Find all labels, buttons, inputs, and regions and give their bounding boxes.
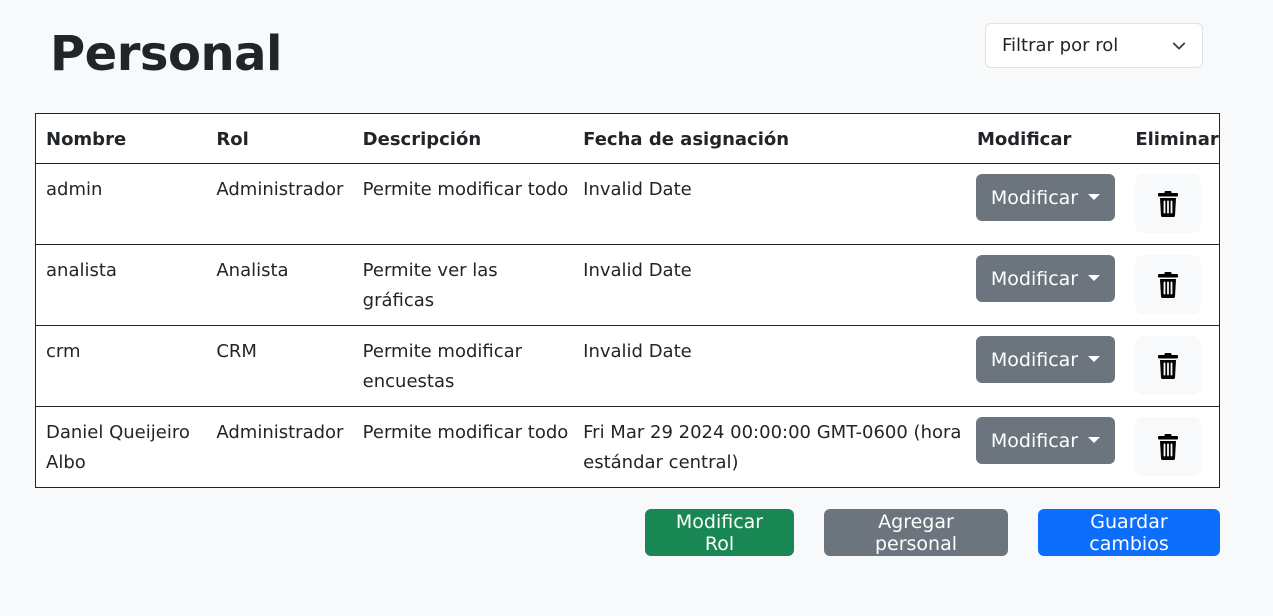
column-header-date: Fecha de asignación [573, 113, 967, 164]
cell-date: Fri Mar 29 2024 00:00:00 GMT-0600 (hora … [573, 406, 967, 488]
table-row: crm CRM Permite modificar encuestas Inva… [35, 325, 1220, 407]
modify-role-button[interactable]: Modificar Rol [645, 509, 794, 556]
cell-date: Invalid Date [573, 325, 967, 407]
modify-dropdown-button[interactable]: Modificar [976, 255, 1115, 302]
modify-button-label: Modificar [990, 348, 1079, 371]
staff-table: Nombre Rol Descripción Fecha de asignaci… [35, 113, 1220, 488]
cell-role: CRM [206, 325, 353, 407]
table-row: admin Administrador Permite modificar to… [35, 163, 1220, 245]
column-header-role: Rol [206, 113, 353, 164]
cell-name: Daniel Queijeiro Albo [35, 406, 207, 488]
cell-name: crm [35, 325, 207, 407]
modify-dropdown-button[interactable]: Modificar [976, 174, 1115, 221]
cell-role: Administrador [206, 406, 353, 488]
cell-description: Permite modificar todo [352, 406, 574, 488]
cell-date: Invalid Date [573, 163, 967, 245]
caret-down-icon [1088, 193, 1101, 200]
role-filter-select[interactable]: Filtrar por rol [985, 23, 1203, 68]
modify-button-label: Modificar [990, 429, 1079, 452]
column-header-modify: Modificar [967, 113, 1126, 164]
table-row: Daniel Queijeiro Albo Administrador Perm… [35, 406, 1220, 488]
column-header-description: Descripción [352, 113, 574, 164]
caret-down-icon [1088, 274, 1101, 281]
trash-icon [1158, 352, 1179, 379]
cell-name: admin [35, 163, 207, 245]
cell-role: Analista [206, 244, 353, 326]
add-staff-button[interactable]: Agregar personal [824, 509, 1008, 556]
staff-page: Personal Filtrar por rol Nombre Rol Desc… [0, 0, 1273, 616]
chevron-down-icon [1172, 42, 1186, 49]
cell-delete [1125, 244, 1220, 326]
cell-modify: Modificar [967, 244, 1126, 326]
table-header-row: Nombre Rol Descripción Fecha de asignaci… [35, 113, 1220, 164]
caret-down-icon [1088, 436, 1101, 443]
cell-description: Permite modificar encuestas [352, 325, 574, 407]
column-header-name: Nombre [35, 113, 207, 164]
cell-modify: Modificar [967, 163, 1126, 245]
modify-button-label: Modificar [990, 267, 1079, 290]
page-title: Personal [50, 26, 282, 82]
cell-modify: Modificar [967, 325, 1126, 407]
role-filter-value: Filtrar por rol [1002, 35, 1119, 56]
cell-modify: Modificar [967, 406, 1126, 488]
cell-name: analista [35, 244, 207, 326]
cell-delete [1125, 406, 1220, 488]
delete-button[interactable] [1135, 336, 1202, 395]
modify-dropdown-button[interactable]: Modificar [976, 417, 1115, 464]
cell-delete [1125, 163, 1220, 245]
delete-button[interactable] [1135, 417, 1202, 476]
trash-icon [1158, 190, 1179, 217]
cell-description: Permite ver las gráficas [352, 244, 574, 326]
cell-date: Invalid Date [573, 244, 967, 326]
modify-dropdown-button[interactable]: Modificar [976, 336, 1115, 383]
cell-description: Permite modificar todo [352, 163, 574, 245]
delete-button[interactable] [1135, 255, 1202, 314]
table-row: analista Analista Permite ver las gráfic… [35, 244, 1220, 326]
cell-delete [1125, 325, 1220, 407]
trash-icon [1158, 433, 1179, 460]
column-header-delete: Eliminar [1125, 113, 1220, 164]
trash-icon [1158, 271, 1179, 298]
save-changes-button[interactable]: Guardar cambios [1038, 509, 1220, 556]
modify-button-label: Modificar [990, 186, 1079, 209]
caret-down-icon [1088, 355, 1101, 362]
delete-button[interactable] [1135, 174, 1202, 233]
cell-role: Administrador [206, 163, 353, 245]
